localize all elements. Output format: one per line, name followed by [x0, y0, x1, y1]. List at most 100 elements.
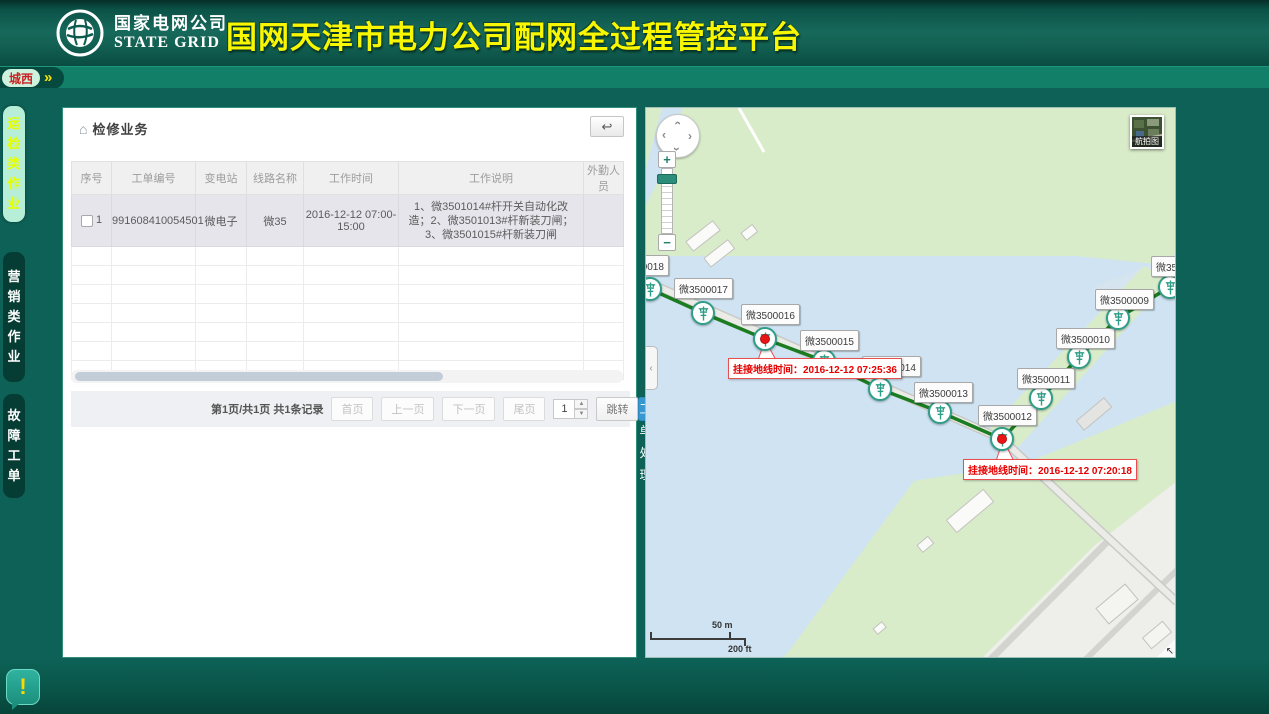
back-button[interactable]: ↩ [590, 116, 624, 137]
pole-label[interactable]: 微3500013 [914, 382, 973, 403]
pagination-bar: 第1页/共1页 共1条记录 首页 上一页 下一页 尾页 ▲ ▼ 跳转 工单处理 [71, 391, 630, 427]
cell-field-staff [584, 195, 624, 247]
panel-title: 检修业务 [92, 119, 148, 138]
panel-header: ⌂ 检修业务 [79, 119, 148, 138]
table-h-scrollbar[interactable] [71, 370, 623, 383]
spinner-down-icon[interactable]: ▼ [575, 409, 588, 419]
work-order-row[interactable]: 1 991608410054501 微电子 微35 2016-12-12 07:… [72, 195, 624, 247]
sidebar-tab-fault-order[interactable]: 故障工单 [3, 394, 25, 498]
state-grid-logo: 国家电网公司 STATE GRID [56, 9, 228, 57]
scale-line [650, 638, 746, 640]
column-header[interactable]: 工作时间 [304, 162, 399, 195]
pole-label[interactable]: 微3500012 [978, 405, 1037, 426]
scale-bar: 50 m 200 ft [650, 612, 760, 652]
cell-description: 1、微3501014#杆开关自动化改造；2、微3501013#杆新装刀闸；3、微… [399, 195, 584, 247]
region-label[interactable]: 城西 [2, 69, 40, 87]
main-area: 运检类作业 营销类作业 故障工单 ⌂ 检修业务 ↩ 序号 工单编号 变电站 [0, 88, 1269, 660]
pan-right-icon[interactable]: › [688, 129, 692, 143]
zoom-slider-handle[interactable] [657, 174, 677, 184]
prev-page-button[interactable]: 上一页 [381, 397, 434, 421]
back-icon: ↩ [602, 119, 613, 134]
pole-label[interactable]: 微3500009 [1095, 289, 1154, 310]
pole-label[interactable]: 微3500010 [1056, 328, 1115, 349]
h-scrollbar-thumb[interactable] [75, 372, 443, 381]
region-tab[interactable]: 城西 » [0, 67, 64, 89]
next-page-button[interactable]: 下一页 [442, 397, 495, 421]
column-header[interactable]: 工作说明 [399, 162, 584, 195]
last-page-button[interactable]: 尾页 [503, 397, 545, 421]
sidebar-tab-inspection[interactable]: 运检类作业 [3, 106, 25, 222]
state-grid-emblem-icon [56, 9, 104, 57]
pole-marker[interactable] [691, 301, 715, 325]
pole-marker[interactable] [928, 400, 952, 424]
pole-marker[interactable] [753, 327, 777, 351]
zoom-out-button[interactable]: − [658, 234, 676, 251]
page-number-input[interactable] [553, 399, 575, 419]
brand-en: STATE GRID [114, 34, 228, 52]
aerial-view-button[interactable]: 航拍图 [1130, 115, 1164, 149]
collapse-panel-handle[interactable]: ‹ [645, 346, 658, 390]
double-chevron-right-icon[interactable]: » [44, 69, 52, 87]
sidebar-tab-label: 故障工单 [7, 406, 21, 486]
app-footer: ! [0, 660, 1269, 714]
home-icon: ⌂ [79, 121, 87, 137]
pole-label[interactable]: 微3500008 [1151, 256, 1176, 277]
empty-table-row [72, 247, 624, 266]
empty-table-row [72, 304, 624, 323]
brand-text: 国家电网公司 STATE GRID [114, 14, 228, 52]
cell-work-time: 2016-12-12 07:00-15:00 [304, 195, 399, 247]
empty-table-row [72, 266, 624, 285]
ground-wire-callout: 挂接地线时间：2016-12-12 07:20:18 [963, 459, 1137, 480]
empty-table-row [72, 342, 624, 361]
map-terrain [646, 108, 1176, 658]
pole-label[interactable]: 微3500018 [645, 255, 669, 276]
empty-table-row [72, 285, 624, 304]
map-panel[interactable]: 微3500018微3500017微3500016微3500015微3500014… [645, 107, 1176, 658]
app-header: 国家电网公司 STATE GRID 国网天津市电力公司配网全过程管控平台 [0, 0, 1269, 66]
sidebar-tab-label: 营销类作业 [7, 267, 21, 367]
notification-icon[interactable]: ! [6, 669, 40, 705]
row-checkbox[interactable] [81, 215, 93, 227]
column-header[interactable]: 变电站 [196, 162, 247, 195]
ground-wire-alarm-icon [997, 434, 1007, 444]
spinner-up-icon[interactable]: ▲ [575, 399, 588, 409]
pagination-summary: 第1页/共1页 共1条记录 [211, 401, 323, 417]
column-header[interactable]: 外勤人员 [584, 162, 624, 195]
work-order-table: 序号 工单编号 变电站 线路名称 工作时间 工作说明 外勤人员 1 991608… [71, 161, 624, 380]
pan-left-icon[interactable]: › [662, 129, 666, 143]
scale-metric-label: 50 m [712, 620, 733, 630]
pole-marker[interactable] [1029, 386, 1053, 410]
pole-marker[interactable] [868, 377, 892, 401]
ground-wire-callout: 挂接地线时间：2016-12-12 07:25:36 [728, 358, 902, 379]
page-number-spinner: ▲ ▼ [553, 399, 588, 419]
aerial-view-label: 航拍图 [1132, 136, 1162, 147]
brand-cn: 国家电网公司 [114, 14, 228, 34]
pole-marker[interactable] [1158, 275, 1176, 299]
resize-corner-icon[interactable]: ↖ [1166, 646, 1174, 657]
scale-imperial-label: 200 ft [728, 644, 752, 654]
page-title: 国网天津市电力公司配网全过程管控平台 [226, 12, 802, 57]
column-header[interactable]: 序号 [72, 162, 112, 195]
chevron-left-icon: ‹ [649, 363, 652, 374]
app-root: 国家电网公司 STATE GRID 国网天津市电力公司配网全过程管控平台 城西 … [0, 0, 1269, 714]
region-strip: 城西 » [0, 66, 1269, 88]
ground-wire-alarm-icon [760, 334, 770, 344]
first-page-button[interactable]: 首页 [331, 397, 373, 421]
maintenance-panel: ⌂ 检修业务 ↩ 序号 工单编号 变电站 线路名称 工作时间 工作说明 外勤人员 [62, 107, 637, 658]
column-header[interactable]: 工单编号 [112, 162, 196, 195]
pole-label[interactable]: 微3500015 [800, 330, 859, 351]
pole-label[interactable]: 微3500011 [1017, 368, 1075, 389]
jump-button[interactable]: 跳转 [596, 397, 638, 421]
pole-label[interactable]: 微3500017 [674, 278, 733, 299]
cell-line-name: 微35 [247, 195, 304, 247]
cell-order-no: 991608410054501 [112, 195, 196, 247]
pan-up-icon[interactable]: › [670, 121, 684, 125]
pole-label[interactable]: 微3500016 [741, 304, 800, 325]
column-header[interactable]: 线路名称 [247, 162, 304, 195]
zoom-in-button[interactable]: + [658, 151, 676, 168]
sidebar-tab-marketing[interactable]: 营销类作业 [3, 252, 25, 382]
row-index: 1 [96, 214, 102, 226]
sidebar-tab-label: 运检类作业 [7, 114, 21, 214]
pole-marker[interactable] [990, 427, 1014, 451]
empty-table-row [72, 323, 624, 342]
